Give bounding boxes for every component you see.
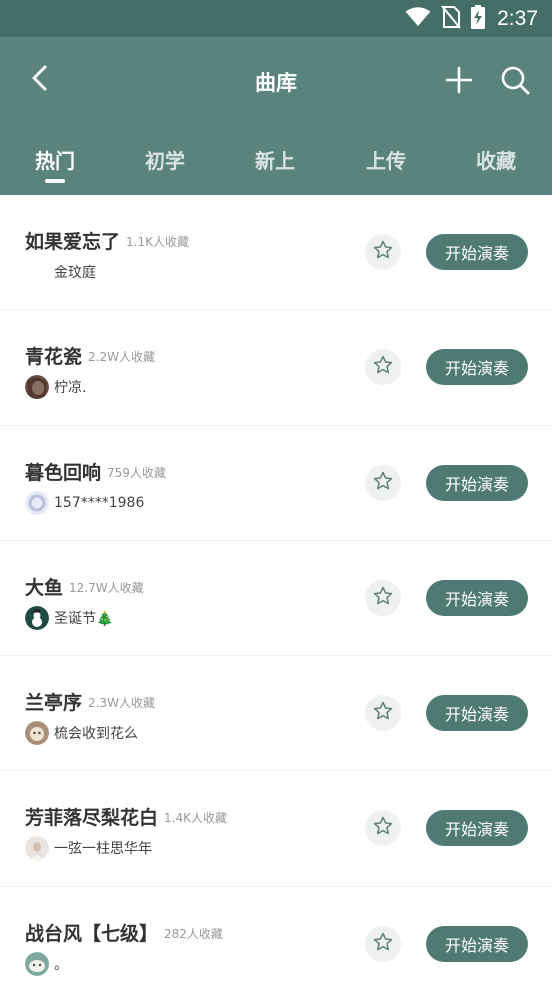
favorite-button[interactable]	[365, 349, 401, 386]
uploader: 柠凉.	[25, 374, 86, 400]
star-icon	[373, 355, 393, 379]
no-sim-icon	[441, 4, 461, 33]
song-title: 青花瓷	[25, 346, 83, 369]
app-bar: 曲库 热门 初学 新上 上传 收藏	[0, 37, 552, 195]
avatar	[25, 490, 49, 515]
song-row[interactable]: 如果爱忘了 1.1K人收藏 金玟庭 开始演奏	[0, 195, 552, 311]
song-title-line: 芳菲落尽梨花白 1.4K人收藏	[25, 803, 227, 830]
star-icon	[373, 932, 393, 956]
tab-label: 热门	[35, 149, 75, 173]
start-play-button[interactable]: 开始演奏	[426, 695, 528, 732]
uploader: 梳会收到花么	[25, 720, 138, 746]
uploader-name: 梳会收到花么	[54, 726, 138, 743]
avatar	[25, 605, 49, 630]
favorite-count: 1.4K人收藏	[164, 811, 227, 826]
uploader-name: 金玟庭	[54, 265, 96, 281]
status-bar: 2:37	[0, 0, 552, 37]
tab-favorites[interactable]: 收藏	[441, 145, 551, 174]
song-row[interactable]: 战台风【七级】 282人收藏 。 开始演奏	[0, 887, 552, 981]
avatar	[25, 721, 49, 746]
star-icon	[373, 701, 393, 725]
avatar	[25, 951, 49, 976]
uploader-name: 。	[54, 956, 68, 973]
song-title-line: 如果爱忘了 1.1K人收藏	[25, 227, 189, 254]
song-title-line: 大鱼 12.7W人收藏	[25, 573, 144, 600]
song-row[interactable]: 芳菲落尽梨花白 1.4K人收藏 一弦一柱思华年 开始演奏	[0, 771, 552, 887]
song-title: 如果爱忘了	[25, 231, 121, 253]
avatar	[25, 375, 49, 400]
start-play-button[interactable]: 开始演奏	[426, 579, 528, 616]
tab-beginner[interactable]: 初学	[110, 145, 220, 174]
song-title-line: 兰亭序 2.3W人收藏	[25, 688, 155, 715]
uploader-name: 柠凉.	[54, 380, 87, 397]
tab-bar: 热门 初学 新上 上传 收藏	[0, 145, 552, 195]
tab-new[interactable]: 新上	[220, 145, 330, 174]
avatar	[25, 836, 49, 861]
song-title-line: 青花瓷 2.2W人收藏	[25, 342, 155, 369]
search-button[interactable]	[498, 63, 532, 97]
uploader: 金玟庭	[25, 259, 96, 285]
song-title-line: 战台风【七级】 282人收藏	[25, 919, 223, 946]
uploader: 圣诞节🎄	[25, 605, 113, 631]
search-icon	[498, 66, 532, 101]
battery-charging-icon	[471, 4, 486, 33]
favorite-button[interactable]	[365, 579, 401, 616]
song-row[interactable]: 暮色回响 759人收藏 157****1986 开始演奏	[0, 426, 552, 541]
uploader: 157****1986	[25, 490, 144, 516]
tab-label: 收藏	[476, 149, 516, 173]
star-icon	[373, 586, 393, 610]
song-title-line: 暮色回响 759人收藏	[25, 458, 166, 485]
song-row[interactable]: 青花瓷 2.2W人收藏 柠凉. 开始演奏	[0, 310, 552, 426]
favorite-button[interactable]	[365, 464, 401, 501]
star-icon	[373, 240, 393, 264]
song-row[interactable]: 大鱼 12.7W人收藏 圣诞节🎄 开始演奏	[0, 541, 552, 657]
uploader-name: 157****1986	[54, 494, 145, 511]
uploader-name: 一弦一柱思华年	[54, 841, 152, 858]
tab-label: 初学	[145, 149, 185, 173]
favorite-count: 2.3W人收藏	[88, 696, 155, 711]
start-play-button[interactable]: 开始演奏	[426, 349, 528, 386]
avatar	[25, 260, 49, 284]
song-title: 兰亭序	[25, 692, 83, 715]
start-play-button[interactable]: 开始演奏	[426, 464, 528, 501]
favorite-button[interactable]	[365, 925, 401, 962]
favorite-count: 759人收藏	[107, 465, 166, 480]
start-play-button[interactable]: 开始演奏	[426, 925, 528, 962]
favorite-count: 2.2W人收藏	[88, 350, 155, 365]
song-list: 如果爱忘了 1.1K人收藏 金玟庭 开始演奏 青花瓷 2.2W人收藏 柠凉. 开…	[0, 195, 552, 981]
tab-hot[interactable]: 热门	[0, 145, 110, 183]
wifi-icon	[405, 6, 431, 31]
uploader: 一弦一柱思华年	[25, 835, 152, 861]
song-title: 芳菲落尽梨花白	[25, 807, 159, 830]
tab-upload[interactable]: 上传	[331, 145, 441, 174]
song-title: 大鱼	[25, 576, 64, 599]
status-icons: 2:37	[405, 0, 538, 37]
favorite-button[interactable]	[365, 695, 401, 732]
song-row[interactable]: 兰亭序 2.3W人收藏 梳会收到花么 开始演奏	[0, 656, 552, 772]
uploader: 。	[25, 951, 68, 977]
favorite-button[interactable]	[365, 810, 401, 847]
add-button[interactable]	[443, 64, 475, 96]
start-play-button[interactable]: 开始演奏	[426, 234, 528, 270]
favorite-button[interactable]	[365, 234, 401, 270]
start-play-button[interactable]: 开始演奏	[426, 810, 528, 847]
plus-icon	[443, 66, 475, 100]
song-title: 战台风【七级】	[25, 922, 159, 945]
tab-label: 上传	[366, 149, 406, 173]
uploader-name: 圣诞节🎄	[54, 610, 114, 627]
favorite-count: 282人收藏	[164, 926, 223, 941]
song-title: 暮色回响	[25, 461, 102, 484]
status-time: 2:37	[497, 6, 538, 30]
tab-indicator	[45, 179, 65, 183]
star-icon	[373, 471, 393, 495]
tab-label: 新上	[255, 149, 295, 173]
star-icon	[373, 816, 393, 840]
favorite-count: 12.7W人收藏	[69, 580, 144, 595]
favorite-count: 1.1K人收藏	[126, 235, 189, 249]
